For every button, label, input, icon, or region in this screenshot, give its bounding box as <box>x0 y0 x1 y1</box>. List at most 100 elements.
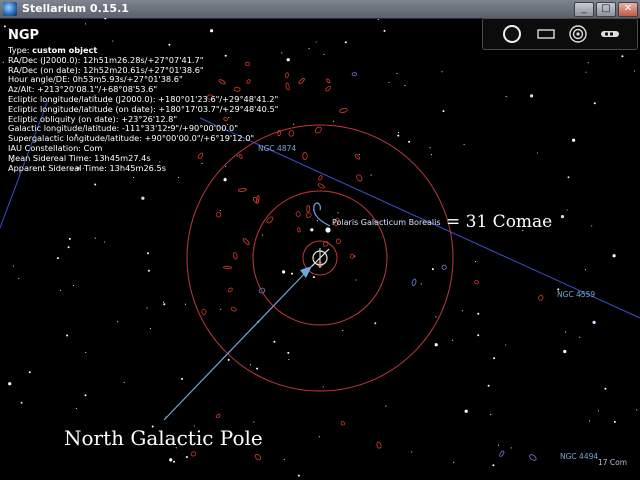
star <box>308 48 310 50</box>
star <box>273 340 276 343</box>
galaxy-marker <box>411 278 417 287</box>
star <box>585 71 587 73</box>
galaxy-marker <box>190 451 197 457</box>
star <box>597 410 600 412</box>
telescope-icon[interactable] <box>599 23 621 45</box>
star <box>385 405 387 407</box>
star <box>12 265 14 267</box>
star <box>94 237 96 239</box>
galaxy-marker <box>306 205 311 213</box>
star <box>342 330 344 332</box>
maximize-button[interactable]: □ <box>596 2 616 17</box>
star <box>377 19 379 21</box>
star <box>261 234 263 236</box>
star <box>492 464 495 467</box>
star <box>178 176 180 178</box>
ngc4874-label: NGC 4874 <box>258 144 297 153</box>
star <box>566 209 568 211</box>
star <box>123 381 125 383</box>
star <box>441 71 443 73</box>
star <box>66 334 69 337</box>
star <box>181 377 183 380</box>
galaxy-marker <box>201 308 207 315</box>
star <box>464 409 468 413</box>
star <box>411 451 413 453</box>
title-bar[interactable]: Stellarium 0.15.1 _ □ ✕ <box>0 0 640 19</box>
minimize-button[interactable]: _ <box>574 2 594 17</box>
star <box>133 176 135 179</box>
galaxy-marker <box>227 287 233 293</box>
star <box>94 183 97 186</box>
star <box>498 444 500 446</box>
target-icon[interactable] <box>567 23 589 45</box>
star <box>297 474 300 477</box>
star <box>490 414 492 416</box>
star <box>288 358 290 360</box>
galaxy-marker <box>339 107 348 114</box>
star <box>312 276 315 279</box>
star <box>633 70 635 72</box>
star <box>169 458 173 462</box>
star <box>587 62 589 64</box>
star <box>293 123 295 125</box>
star <box>60 289 62 291</box>
star <box>8 382 12 386</box>
star <box>287 351 290 354</box>
galaxy-marker <box>285 82 290 91</box>
galaxy-marker <box>297 227 301 233</box>
star <box>463 143 465 145</box>
star <box>621 55 624 58</box>
star <box>333 120 335 122</box>
comae-arrow <box>313 202 331 227</box>
star <box>162 301 165 303</box>
star <box>18 277 20 280</box>
star <box>85 351 87 354</box>
17com-label: 17 Com <box>598 458 628 467</box>
star <box>28 371 31 374</box>
star <box>536 152 538 154</box>
galaxy-marker <box>237 188 247 192</box>
star <box>20 401 23 404</box>
star <box>434 343 438 347</box>
star-icon[interactable] <box>501 23 523 45</box>
star <box>220 308 222 310</box>
star <box>461 310 463 312</box>
ngp-reticle-icon[interactable] <box>310 248 330 268</box>
galaxy-marker <box>538 295 544 301</box>
galaxy-marker <box>376 441 382 449</box>
galaxy-marker <box>441 264 447 270</box>
info-line-apparent-sidereal: Apparent Sidereal Time: 13h45m26.5s <box>8 162 166 173</box>
star <box>316 220 318 222</box>
galaxy-marker <box>252 196 260 204</box>
object-type-value: custom object <box>32 45 98 55</box>
star <box>435 316 437 318</box>
star <box>487 384 490 387</box>
star <box>322 386 324 388</box>
galaxy-marker <box>317 183 325 189</box>
star <box>163 303 166 306</box>
star <box>477 312 480 315</box>
polaris-star[interactable] <box>325 227 331 233</box>
star <box>358 153 360 156</box>
star <box>408 140 411 143</box>
star <box>291 272 293 275</box>
close-button[interactable]: ✕ <box>618 2 638 17</box>
galaxy-marker <box>298 77 305 85</box>
galaxy-marker <box>325 85 331 92</box>
star <box>592 320 596 324</box>
star <box>429 147 431 149</box>
galaxy-marker <box>340 421 345 426</box>
rectangle-icon[interactable] <box>535 23 557 45</box>
star <box>68 237 71 240</box>
star <box>253 421 255 423</box>
star <box>604 387 607 390</box>
star <box>374 322 377 325</box>
galaxy-marker <box>499 450 505 457</box>
star <box>184 303 187 305</box>
ngc4494-label: NGC 4494 <box>560 452 599 461</box>
star <box>75 407 77 410</box>
galaxy-marker <box>305 212 312 219</box>
star <box>286 58 290 62</box>
star <box>579 336 581 338</box>
object-type-label: Type: <box>8 45 33 55</box>
